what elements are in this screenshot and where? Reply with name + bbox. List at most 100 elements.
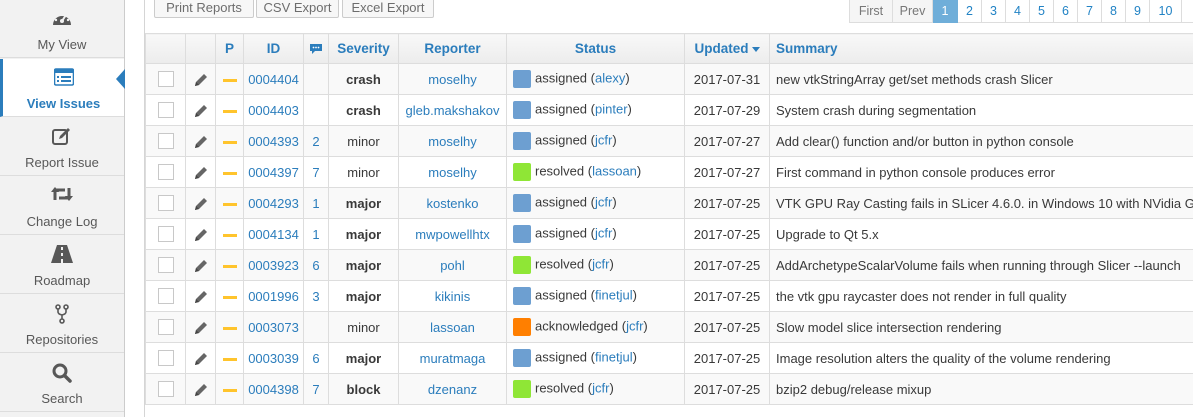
page-prev[interactable]: Prev [893,0,933,23]
sidebar-item-view-issues[interactable]: View Issues [0,59,124,117]
reporter-link[interactable]: mwpowellhtx [415,227,489,242]
table-row[interactable]: 0004404 crash moselhy assigned (alexy) 2017-… [145,63,1193,95]
notes-count-link[interactable]: 3 [312,289,319,304]
summary-cell[interactable]: the vtk gpu raycaster does not render in… [769,280,1193,312]
row-edit-cell[interactable] [185,218,216,250]
table-row[interactable]: 0004403 crash gleb.makshakov assigned (pint… [145,94,1193,126]
issue-id-link[interactable]: 0004293 [248,196,299,211]
page-11[interactable]: 1 [1182,0,1193,23]
handler-link[interactable]: pinter [595,101,628,116]
sidebar-item-roadmap[interactable]: Roadmap [0,236,124,294]
row-checkbox[interactable] [157,350,174,367]
print-reports-button[interactable]: Print Reports [154,0,254,18]
row-checkbox[interactable] [157,226,174,243]
row-checkbox[interactable] [157,133,174,150]
row-edit-cell[interactable] [185,125,216,157]
reporter-link[interactable]: dzenanz [428,382,477,397]
page-10[interactable]: 10 [1150,0,1182,23]
id-column-header[interactable]: ID [243,33,304,64]
reporter-column-header[interactable]: Reporter [398,33,507,64]
row-checkbox[interactable] [157,164,174,181]
table-row[interactable]: 0003073 minor lassoan acknowledged (jcfr) 20… [145,311,1193,343]
notes-count-link[interactable]: 7 [312,382,319,397]
notes-count-link[interactable]: 6 [312,258,319,273]
reporter-link[interactable]: gleb.makshakov [406,103,500,118]
table-row[interactable]: 0004293 1 major kostenko assigned (jcfr) 2017… [145,187,1193,219]
reporter-link[interactable]: muratmaga [420,351,486,366]
updated-column-header[interactable]: Updated [684,33,770,64]
issue-id-link[interactable]: 0004398 [248,382,299,397]
summary-cell[interactable]: Upgrade to Qt 5.x [769,218,1193,250]
handler-link[interactable]: alexy [595,70,625,85]
table-row[interactable]: 0001996 3 major kikinis assigned (finetjul) 2… [145,280,1193,312]
row-checkbox[interactable] [157,195,174,212]
row-edit-cell[interactable] [185,63,216,95]
row-edit-cell[interactable] [185,187,216,219]
issue-id-link[interactable]: 0003923 [248,258,299,273]
summary-cell[interactable]: First command in python console produces… [769,156,1193,188]
row-checkbox[interactable] [157,257,174,274]
issue-id-link[interactable]: 0004134 [248,227,299,242]
sidebar-item-search[interactable]: Search [0,354,124,412]
table-row[interactable]: 0004398 7 block dzenanz resolved (jcfr) 2017-… [145,373,1193,405]
handler-link[interactable]: jcfr [592,380,609,395]
excel-export-button[interactable]: Excel Export [342,0,434,18]
sidebar-item-change-log[interactable]: Change Log [0,177,124,235]
table-row[interactable]: 0004397 7 minor moselhy resolved (lassoan) 20… [145,156,1193,188]
handler-link[interactable]: jcfr [595,194,612,209]
notes-count-link[interactable]: 6 [312,351,319,366]
page-5[interactable]: 5 [1030,0,1054,23]
summary-cell[interactable]: Image resolution alters the quality of t… [769,342,1193,374]
reporter-link[interactable]: pohl [440,258,465,273]
issue-id-link[interactable]: 0004404 [248,72,299,87]
issue-id-link[interactable]: 0001996 [248,289,299,304]
page-7[interactable]: 7 [1078,0,1102,23]
summary-cell[interactable]: bzip2 debug/release mixup [769,373,1193,405]
summary-cell[interactable]: Add clear() function and/or button in py… [769,125,1193,157]
summary-cell[interactable]: AddArchetypeScalarVolume fails when runn… [769,249,1193,281]
page-2[interactable]: 2 [958,0,982,23]
page-4[interactable]: 4 [1006,0,1030,23]
csv-export-button[interactable]: CSV Export [256,0,339,18]
sidebar-item-repositories[interactable]: Repositories [0,295,124,353]
handler-link[interactable]: jcfr [595,225,612,240]
reporter-link[interactable]: kikinis [435,289,470,304]
table-row[interactable]: 0003923 6 major pohl resolved (jcfr) 2017-07-… [145,249,1193,281]
page-8[interactable]: 8 [1102,0,1126,23]
page-9[interactable]: 9 [1126,0,1150,23]
issue-id-link[interactable]: 0004393 [248,134,299,149]
notes-count-link[interactable]: 1 [312,227,319,242]
reporter-link[interactable]: moselhy [428,165,476,180]
row-edit-cell[interactable] [185,311,216,343]
notes-count-link[interactable]: 2 [312,134,319,149]
row-checkbox[interactable] [157,288,174,305]
sidebar-item-report-issue[interactable]: Report Issue [0,118,124,176]
row-edit-cell[interactable] [185,94,216,126]
issue-id-link[interactable]: 0004403 [248,103,299,118]
issue-id-link[interactable]: 0004397 [248,165,299,180]
issue-id-link[interactable]: 0003073 [248,320,299,335]
table-row[interactable]: 0004134 1 major mwpowellhtx assigned (jcfr) 2… [145,218,1193,250]
reporter-link[interactable]: moselhy [428,134,476,149]
row-edit-cell[interactable] [185,280,216,312]
table-row[interactable]: 0004393 2 minor moselhy assigned (jcfr) 2017-… [145,125,1193,157]
reporter-link[interactable]: lassoan [430,320,475,335]
row-checkbox[interactable] [157,381,174,398]
summary-cell[interactable]: Slow model slice intersection rendering [769,311,1193,343]
status-column-header[interactable]: Status [506,33,685,64]
summary-cell[interactable]: VTK GPU Ray Casting fails in SLicer 4.6.… [769,187,1193,219]
sidebar-item-my-view[interactable]: My View [0,0,124,58]
row-checkbox[interactable] [157,102,174,119]
handler-link[interactable]: finetjul [595,287,633,302]
handler-link[interactable]: jcfr [592,256,609,271]
row-edit-cell[interactable] [185,373,216,405]
row-checkbox[interactable] [157,319,174,336]
handler-link[interactable]: finetjul [595,349,633,364]
row-edit-cell[interactable] [185,342,216,374]
summary-column-header[interactable]: Summary [769,33,1193,64]
notes-column-header[interactable] [303,33,329,64]
page-3[interactable]: 3 [982,0,1006,23]
issue-id-link[interactable]: 0003039 [248,351,299,366]
row-edit-cell[interactable] [185,249,216,281]
summary-cell[interactable]: new vtkStringArray get/set methods crash… [769,63,1193,95]
